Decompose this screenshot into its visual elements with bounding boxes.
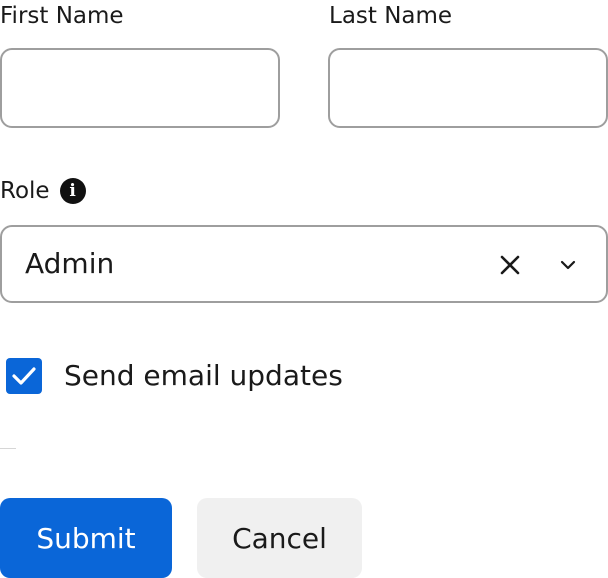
first-name-label: First Name [0, 3, 124, 29]
check-icon [12, 367, 36, 385]
role-label: Role [0, 177, 50, 204]
info-icon[interactable]: i [59, 178, 86, 204]
last-name-label: Last Name [329, 3, 453, 29]
role-selected-value: Admin [25, 247, 115, 280]
email-updates-option[interactable]: Send email updates [6, 358, 343, 394]
last-name-input[interactable] [328, 48, 608, 128]
submit-button[interactable]: Submit [0, 498, 172, 578]
close-icon[interactable] [496, 251, 524, 279]
role-select[interactable]: Admin [0, 225, 608, 303]
cancel-button[interactable]: Cancel [197, 498, 362, 578]
email-updates-checkbox[interactable] [6, 358, 42, 394]
role-label-row: Role i [0, 178, 86, 204]
chevron-down-icon[interactable] [554, 251, 582, 279]
divider [0, 448, 16, 449]
first-name-input[interactable] [0, 48, 280, 128]
email-updates-label: Send email updates [64, 359, 343, 392]
